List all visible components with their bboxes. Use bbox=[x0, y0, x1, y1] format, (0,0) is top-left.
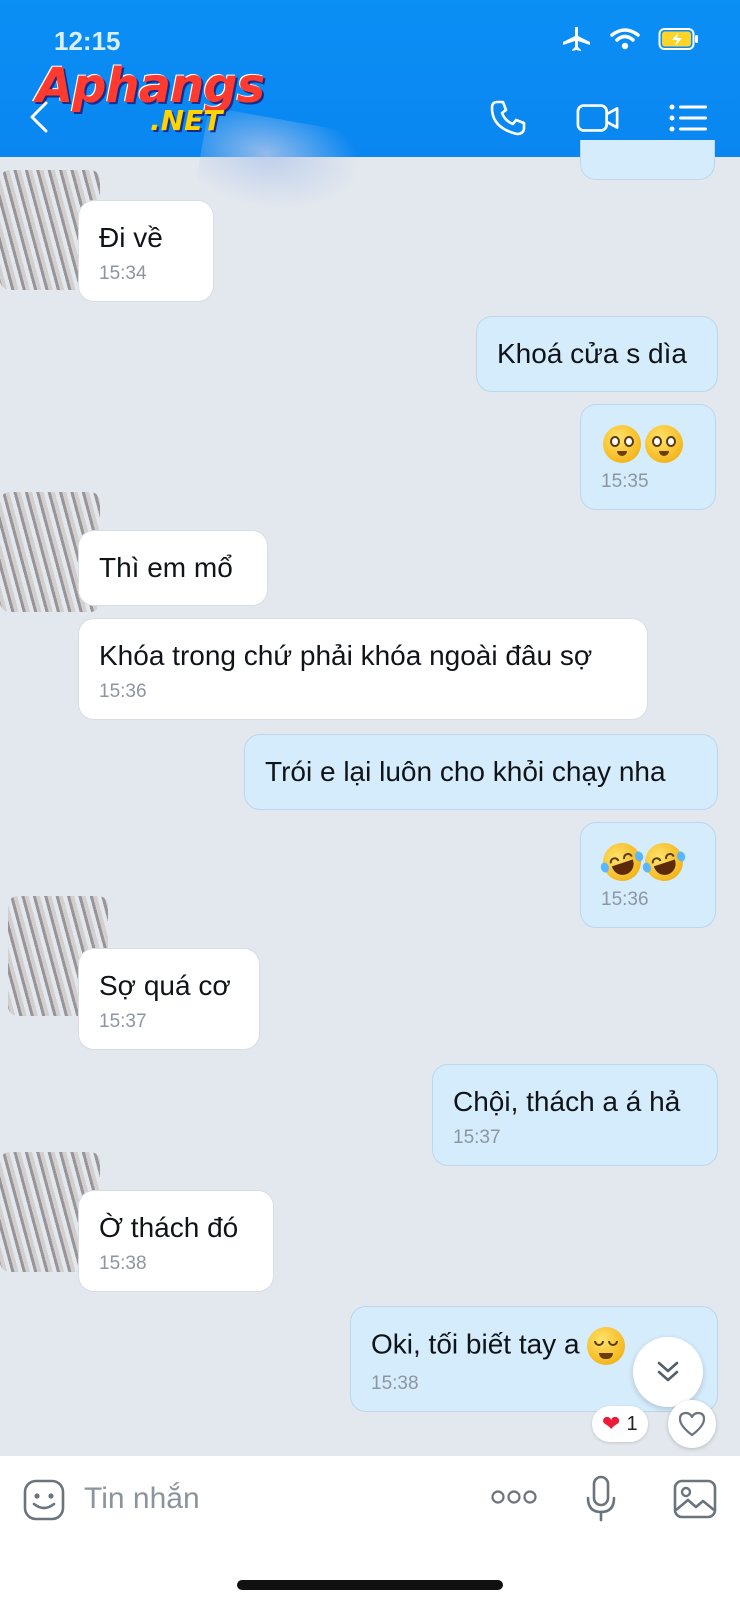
message-time: 15:37 bbox=[99, 1011, 147, 1032]
status-time: 12:15 bbox=[54, 26, 121, 56]
message-text: Ờ thách đó bbox=[99, 1212, 239, 1243]
microphone-icon bbox=[586, 1475, 616, 1522]
message-outgoing[interactable]: 15:36 bbox=[580, 822, 716, 928]
message-text: Khoá cửa s dìa bbox=[497, 338, 687, 369]
message-outgoing[interactable]: Khoá cửa s dìa bbox=[476, 316, 718, 392]
more-dots-icon bbox=[491, 1490, 537, 1504]
previous-message-bubble bbox=[580, 140, 715, 180]
pleading-face-icon bbox=[645, 425, 683, 463]
message-time: 15:34 bbox=[99, 263, 147, 284]
header-actions bbox=[486, 98, 710, 138]
message-time: 15:37 bbox=[453, 1127, 501, 1148]
battery-icon bbox=[658, 27, 700, 56]
heart-icon: ❤ bbox=[602, 1411, 621, 1436]
message-time: 15:35 bbox=[601, 471, 649, 492]
voice-call-button[interactable] bbox=[486, 98, 530, 138]
composer-bar: Tin nhắn bbox=[0, 1456, 740, 1600]
phone-icon bbox=[490, 100, 526, 136]
scroll-to-bottom-button[interactable] bbox=[633, 1337, 703, 1407]
message-emoji bbox=[598, 838, 693, 886]
video-call-button[interactable] bbox=[576, 98, 620, 138]
sticker-button[interactable] bbox=[22, 1478, 66, 1527]
message-text: Khóa trong chứ phải khóa ngoài đâu sợ bbox=[99, 640, 593, 671]
more-options-button[interactable] bbox=[490, 1486, 538, 1513]
chat-header: 12:15 Aphangs .NET bbox=[0, 0, 740, 224]
message-text: Thì em mổ bbox=[99, 552, 233, 583]
back-button[interactable] bbox=[28, 100, 50, 139]
sticker-icon bbox=[23, 1479, 65, 1521]
image-icon bbox=[673, 1479, 717, 1519]
message-time: 15:36 bbox=[99, 681, 147, 702]
heart-outline-icon bbox=[678, 1411, 706, 1437]
rolling-laughing-face-icon bbox=[640, 838, 688, 886]
relieved-face-icon bbox=[587, 1327, 626, 1365]
message-emoji bbox=[601, 425, 693, 463]
voice-record-button[interactable] bbox=[585, 1474, 617, 1529]
menu-button[interactable] bbox=[666, 98, 710, 138]
message-incoming[interactable]: Ờ thách đó 15:38 bbox=[78, 1190, 274, 1292]
double-chevron-down-icon bbox=[657, 1361, 679, 1382]
watermark-logo: Aphangs .NET bbox=[36, 58, 265, 137]
message-outgoing[interactable]: Chội, thách a á hả 15:37 bbox=[432, 1064, 718, 1166]
chevron-left-icon bbox=[30, 101, 48, 133]
message-text: Sợ quá cơ bbox=[99, 970, 231, 1001]
rolling-laughing-face-icon bbox=[598, 838, 646, 886]
message-text: Oki, tối biết tay a bbox=[371, 1328, 580, 1360]
wifi-icon bbox=[610, 27, 640, 56]
message-incoming[interactable]: Sợ quá cơ 15:37 bbox=[78, 948, 260, 1050]
react-button[interactable] bbox=[668, 1400, 716, 1448]
menu-icon bbox=[669, 104, 707, 132]
message-incoming[interactable]: Khóa trong chứ phải khóa ngoài đâu sợ 15… bbox=[78, 618, 648, 720]
message-outgoing[interactable]: Trói e lại luôn cho khỏi chạy nha bbox=[244, 734, 718, 810]
airplane-icon bbox=[562, 26, 592, 57]
message-time: 15:38 bbox=[99, 1253, 147, 1274]
message-time: 15:36 bbox=[601, 889, 649, 910]
status-icons bbox=[562, 26, 700, 57]
video-icon bbox=[576, 104, 619, 132]
message-text: Chội, thách a á hả bbox=[453, 1086, 681, 1117]
pleading-face-icon bbox=[603, 425, 641, 463]
home-indicator[interactable] bbox=[237, 1580, 503, 1590]
message-outgoing[interactable]: 15:35 bbox=[580, 404, 716, 510]
reaction-summary[interactable]: ❤ 1 bbox=[592, 1406, 648, 1442]
message-incoming[interactable]: Đi về 15:34 bbox=[78, 200, 214, 302]
reaction-count: 1 bbox=[626, 1412, 638, 1435]
message-text: Trói e lại luôn cho khỏi chạy nha bbox=[265, 756, 666, 787]
message-incoming[interactable]: Thì em mổ bbox=[78, 530, 268, 606]
message-text: Đi về bbox=[99, 222, 163, 253]
message-input[interactable]: Tin nhắn bbox=[84, 1474, 464, 1524]
watermark-domain: .NET bbox=[150, 104, 223, 137]
gallery-button[interactable] bbox=[672, 1478, 718, 1525]
